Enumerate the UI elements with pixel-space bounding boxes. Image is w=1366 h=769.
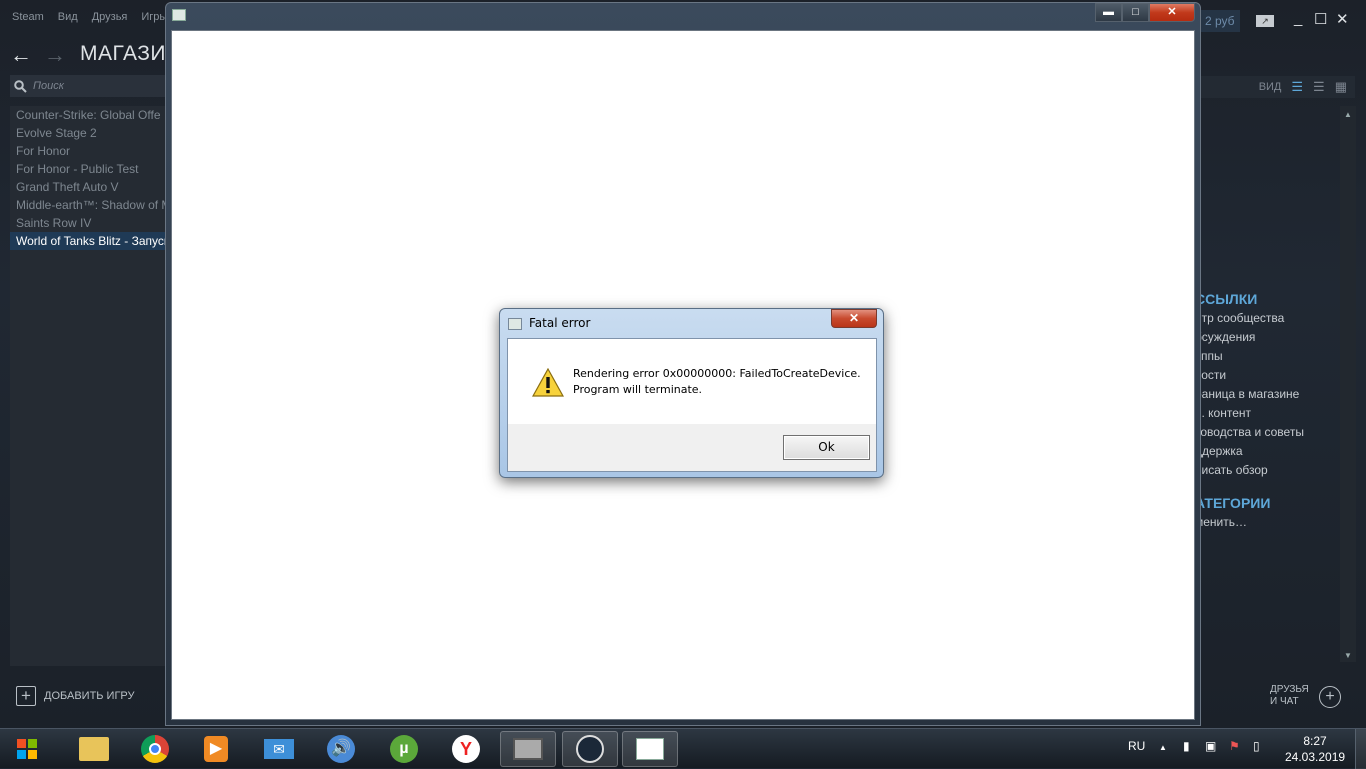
chrome-icon[interactable] <box>127 731 183 767</box>
view-detail-icon[interactable]: ☰ <box>1291 79 1303 95</box>
link-item[interactable]: ководства и советы <box>1195 423 1345 442</box>
taskbar: ▶ ✉ 🔊 µ Y RU ▲ ▮ ▣ ⚑ ▯ 8:27 24.03.2019 <box>0 728 1366 769</box>
link-item[interactable]: ддержка <box>1195 442 1345 461</box>
categories-header: АТЕГОРИИ <box>1195 495 1271 511</box>
clock[interactable]: 8:27 24.03.2019 <box>1285 733 1345 765</box>
links-panel: ССЫЛКИ нтр сообщества бсуждения уппы вос… <box>1195 289 1345 532</box>
link-item[interactable]: нтр сообщества <box>1195 309 1345 328</box>
network-icon[interactable]: ▣ <box>1205 739 1216 753</box>
error-message-line: Program will terminate. <box>573 383 703 396</box>
windows-logo-icon <box>17 739 37 759</box>
error-message-line: Rendering error 0x00000000: FailedToCrea… <box>573 367 861 380</box>
close-button[interactable]: ✕ <box>1149 3 1195 22</box>
add-game-button[interactable]: + ДОБАВИТЬ ИГРУ <box>16 686 135 706</box>
wallet-balance[interactable]: 2 руб <box>1200 10 1240 32</box>
friends-label: ДРУЗЬЯ <box>1270 684 1309 695</box>
game-list-item[interactable]: Saints Row IV <box>10 214 170 232</box>
menu-steam[interactable]: Steam <box>12 11 44 23</box>
error-message: Rendering error 0x00000000: FailedToCrea… <box>573 366 861 398</box>
yandex-browser-icon[interactable]: Y <box>438 731 494 767</box>
link-item[interactable]: бсуждения <box>1195 328 1345 347</box>
minimize-icon[interactable]: _ <box>1294 10 1302 27</box>
scroll-up-icon[interactable]: ▲ <box>1340 110 1356 119</box>
view-grid-icon[interactable]: ▦ <box>1335 79 1347 95</box>
power-icon[interactable]: ▯ <box>1253 739 1260 753</box>
search-placeholder: Поиск <box>33 80 64 92</box>
start-button[interactable] <box>0 731 54 767</box>
game-list-item[interactable]: For Honor <box>10 142 170 160</box>
add-friend-icon[interactable]: + <box>1319 686 1341 708</box>
view-label: ВИД <box>1258 81 1282 93</box>
game-list-item[interactable]: Evolve Stage 2 <box>10 124 170 142</box>
back-arrow-icon[interactable]: ← <box>10 42 32 68</box>
dialog-body: Rendering error 0x00000000: FailedToCrea… <box>507 338 877 472</box>
menu-view[interactable]: Вид <box>58 11 78 23</box>
utorrent-icon[interactable]: µ <box>376 731 432 767</box>
plus-icon: + <box>16 686 36 706</box>
time: 8:27 <box>1303 734 1327 748</box>
app-icon <box>172 9 186 21</box>
blank-window-icon[interactable] <box>622 731 678 767</box>
volume-app-icon[interactable]: 🔊 <box>313 731 369 767</box>
friends-chat-button[interactable]: ДРУЗЬЯ И ЧАТ <box>1270 684 1309 708</box>
chat-label: И ЧАТ <box>1270 696 1299 707</box>
view-list-icon[interactable]: ☰ <box>1313 79 1325 95</box>
speaker-icon[interactable]: ▮ <box>1183 739 1190 753</box>
show-desktop-button[interactable] <box>1355 729 1366 769</box>
link-item[interactable]: вости <box>1195 366 1345 385</box>
caption-buttons: ▬ □ ✕ <box>1095 3 1195 22</box>
search-input[interactable]: Поиск <box>10 75 170 97</box>
links-header: ССЫЛКИ <box>1195 291 1258 307</box>
scroll-down-icon[interactable]: ▼ <box>1340 651 1356 660</box>
fatal-error-dialog: Fatal error ✕ Rendering error 0x00000000… <box>499 308 884 478</box>
date: 24.03.2019 <box>1285 750 1346 764</box>
warning-icon <box>532 368 564 397</box>
steam-menu: Steam Вид Друзья Игры <box>12 11 167 23</box>
maximize-button[interactable]: □ <box>1122 3 1149 22</box>
close-icon[interactable]: ✕ <box>1336 10 1349 28</box>
game-list-item[interactable]: Counter-Strike: Global Offe <box>10 106 170 124</box>
menu-games[interactable]: Игры <box>141 11 167 23</box>
change-categories-link[interactable]: менить… <box>1195 513 1345 532</box>
mail-icon[interactable]: ✉ <box>251 731 307 767</box>
game-list-item[interactable]: Middle-earth™: Shadow of M <box>10 196 170 214</box>
search-icon <box>14 79 27 93</box>
show-hidden-icons[interactable]: ▲ <box>1159 743 1167 752</box>
link-item[interactable]: раница в магазине <box>1195 385 1345 404</box>
action-center-flag-icon[interactable]: ⚑ <box>1229 739 1240 753</box>
add-game-label: ДОБАВИТЬ ИГРУ <box>44 690 135 702</box>
language-indicator[interactable]: RU <box>1128 739 1145 753</box>
link-item[interactable]: уппы <box>1195 347 1345 366</box>
game-list-item[interactable]: Grand Theft Auto V <box>10 178 170 196</box>
link-item[interactable]: п. контент <box>1195 404 1345 423</box>
link-item[interactable]: писать обзор <box>1195 461 1345 480</box>
file-explorer-icon[interactable] <box>66 731 122 767</box>
dialog-title: Fatal error <box>529 316 591 330</box>
view-bar: ВИД ☰ ☰ ▦ <box>1200 76 1355 98</box>
dialog-app-icon <box>508 318 522 330</box>
game-app-icon[interactable] <box>500 731 556 767</box>
forward-arrow-icon[interactable]: → <box>44 42 66 68</box>
media-player-icon[interactable]: ▶ <box>188 731 244 767</box>
game-list-item[interactable]: For Honor - Public Test <box>10 160 170 178</box>
steam-icon[interactable] <box>562 731 618 767</box>
maximize-icon[interactable]: ☐ <box>1314 10 1327 28</box>
minimize-button[interactable]: ▬ <box>1095 3 1122 22</box>
menu-friends[interactable]: Друзья <box>92 11 128 23</box>
dialog-close-button[interactable]: ✕ <box>831 309 877 328</box>
game-list: Counter-Strike: Global Offe Evolve Stage… <box>10 106 170 666</box>
big-picture-icon[interactable]: ↗ <box>1256 15 1274 27</box>
game-list-item-selected[interactable]: World of Tanks Blitz - Запуск <box>10 232 170 250</box>
ok-button[interactable]: Ok <box>783 435 870 460</box>
page-title[interactable]: МАГАЗИ <box>80 42 166 66</box>
